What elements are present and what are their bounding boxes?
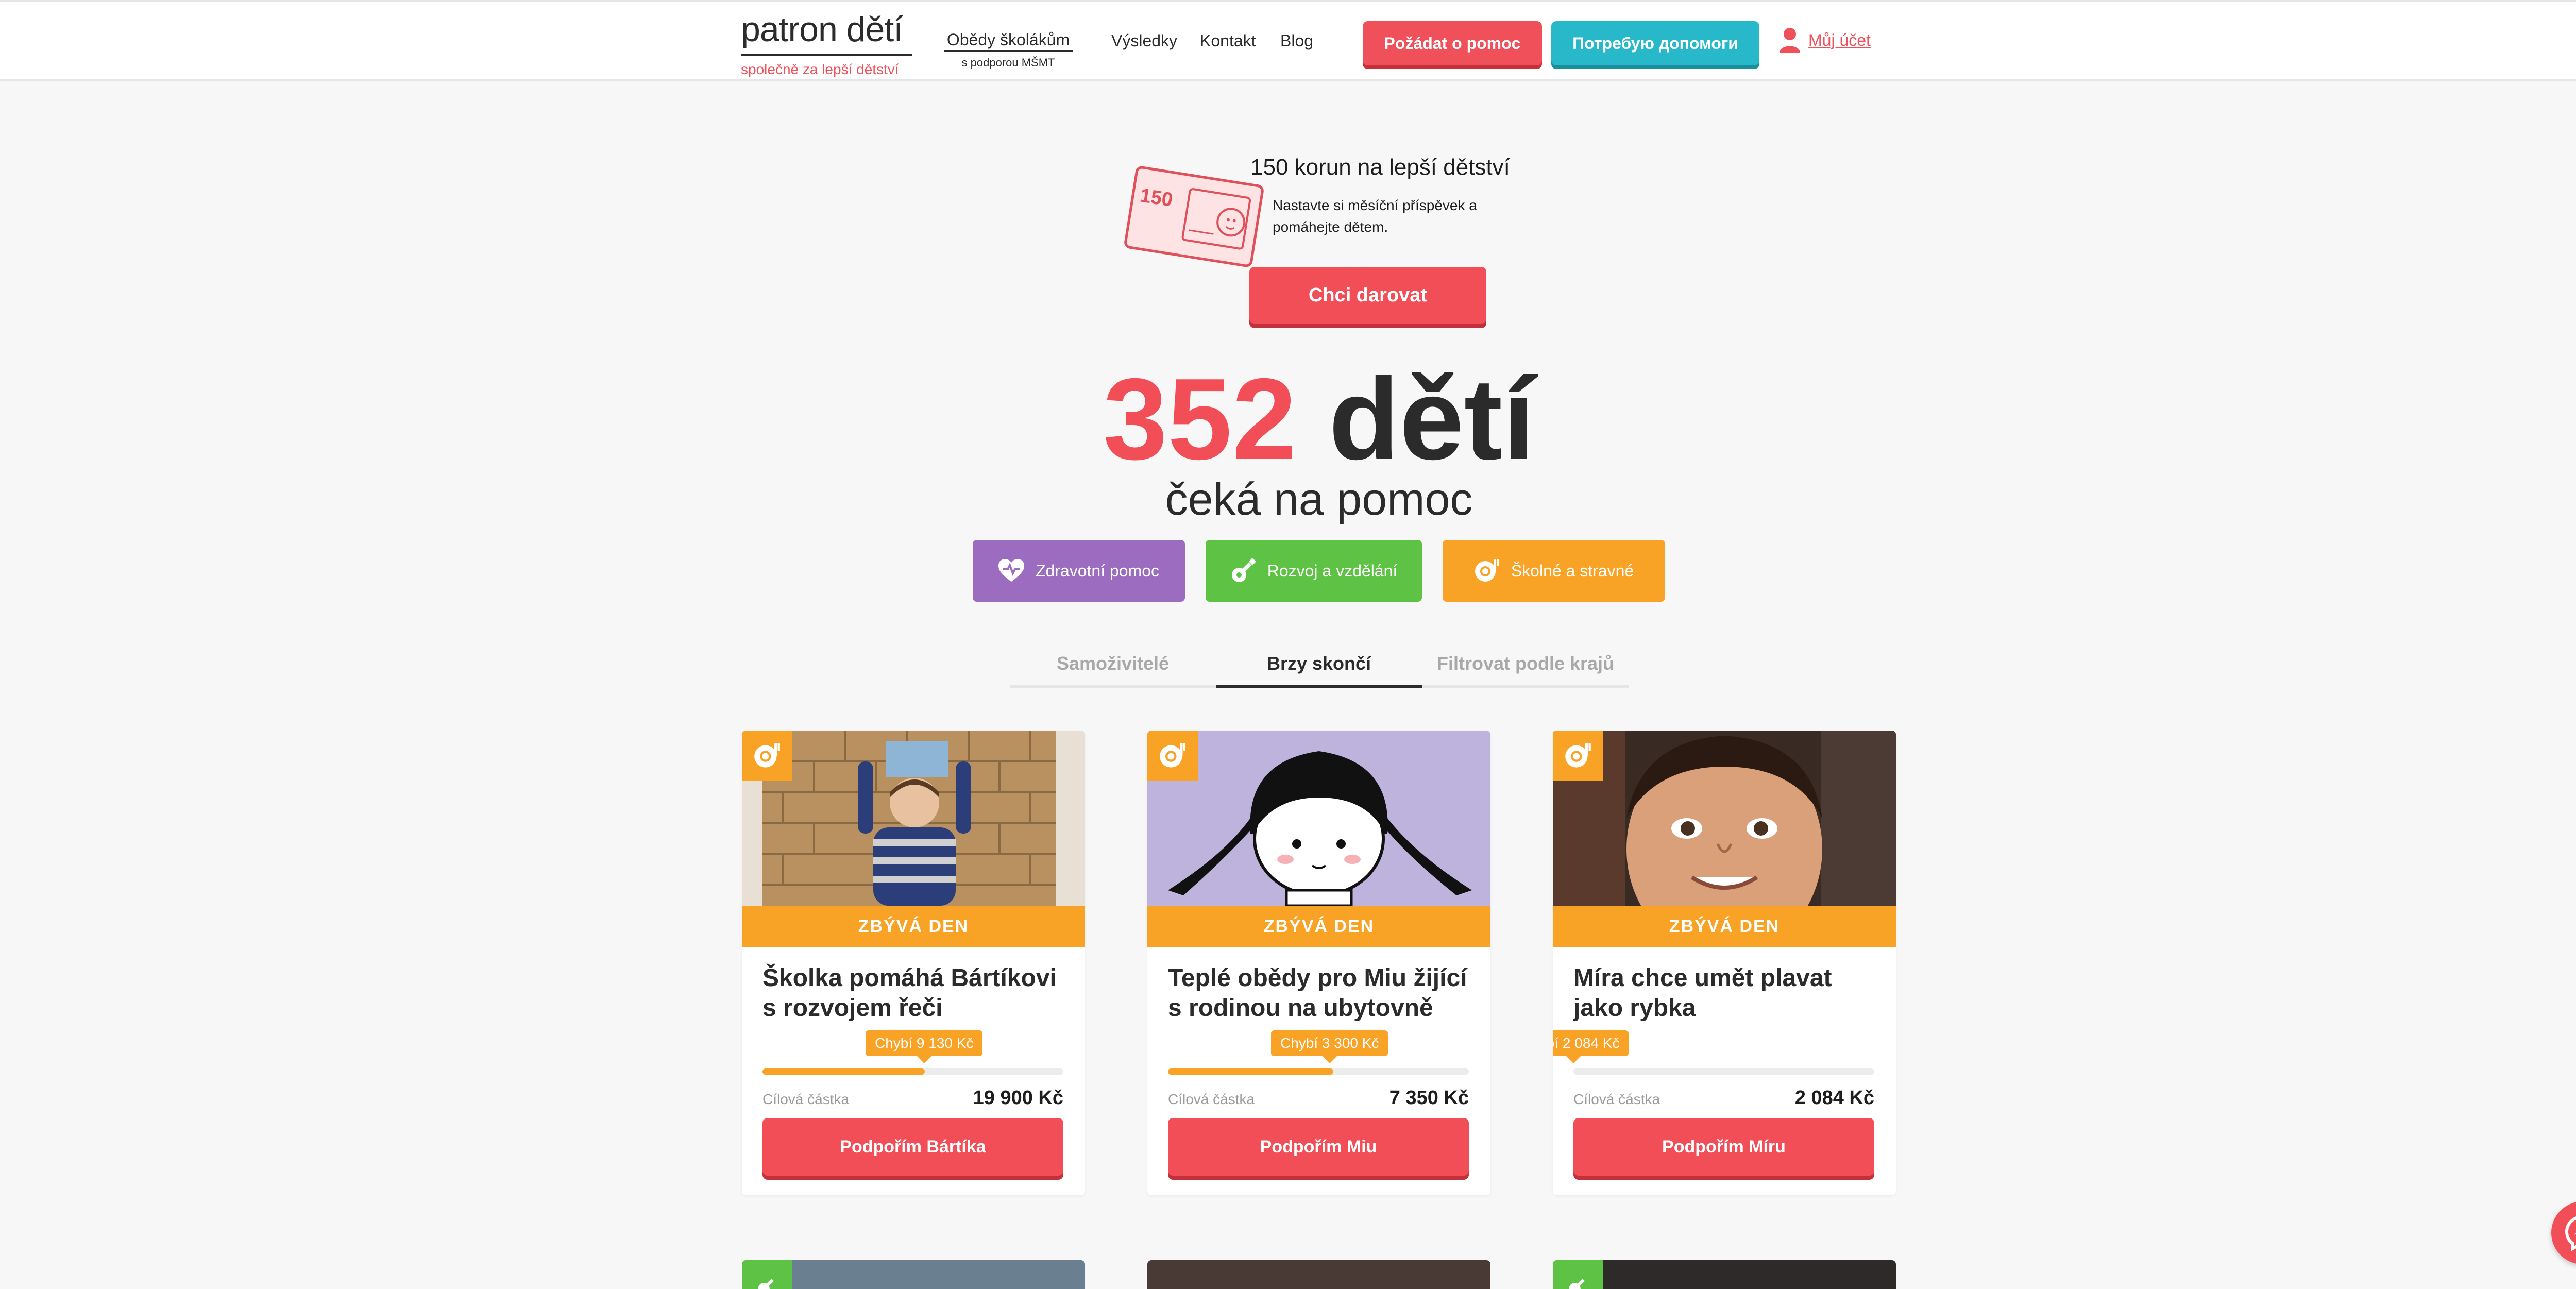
need-help-ua-button[interactable]: Потребую допомоги — [1551, 21, 1759, 65]
nav-obedy-subtitle: s podporou MŠMT — [961, 56, 1055, 69]
logo[interactable]: patron dětí společně za lepší dětství — [741, 10, 916, 77]
school-fees-badge — [1553, 731, 1603, 781]
tab-single-parents[interactable]: Samoživitelé — [1010, 639, 1216, 688]
progress-fill — [762, 1068, 925, 1075]
days-left-ribbon: ZBÝVÁ DEN — [742, 906, 1085, 947]
goal-label: Cílová částka — [762, 1091, 850, 1107]
goal-label: Cílová částka — [1168, 1091, 1255, 1107]
logo-tagline: společně za lepší dětství — [741, 61, 899, 77]
waiting-for-help-text: čeká na pomoc — [1165, 473, 1473, 524]
children-count-number: 352 — [1103, 354, 1297, 484]
development-badge — [1553, 1260, 1603, 1289]
logo-underline — [741, 54, 912, 56]
child-card[interactable]: ZBÝVÁ DEN Míra chce umět plavat jako ryb… — [1553, 731, 1896, 1195]
child-card-peek[interactable] — [742, 1260, 1085, 1289]
child-card[interactable]: ZBÝVÁ DEN Školka pomáhá Bártíkovi s rozv… — [742, 731, 1085, 1195]
progress-bar — [1168, 1068, 1469, 1075]
banknote-illustration: 150 — [1124, 166, 1264, 267]
category-school-fees-button[interactable]: Školné a stravné — [1443, 540, 1665, 602]
plate-icon — [1160, 743, 1185, 768]
development-badge — [742, 1260, 792, 1289]
school-fees-badge — [1147, 731, 1198, 781]
category-health-button[interactable]: Zdravotní pomoc — [973, 540, 1185, 602]
nav-obedy-title: Obědy školákům — [944, 30, 1073, 52]
goal-amount: 19 900 Kč — [973, 1087, 1063, 1109]
support-button[interactable]: Podpořím Bártíka — [762, 1118, 1063, 1176]
nav-blog[interactable]: Blog — [1280, 31, 1313, 50]
days-left-ribbon: ZBÝVÁ DEN — [1147, 906, 1490, 947]
messenger-chat-button[interactable] — [2551, 1201, 2576, 1264]
heart-icon — [998, 559, 1024, 583]
category-health-label: Zdravotní pomoc — [1035, 561, 1160, 580]
child-photo[interactable] — [742, 731, 1085, 906]
messenger-icon — [2565, 1216, 2576, 1251]
category-development-label: Rozvoj a vzdělání — [1267, 561, 1398, 580]
goal-amount: 7 350 Kč — [1389, 1087, 1469, 1109]
days-left-ribbon: ZBÝVÁ DEN — [1553, 906, 1896, 947]
missing-amount-tooltip: Chybí 3 300 Kč — [1271, 1030, 1388, 1063]
goal-amount: 2 084 Kč — [1794, 1087, 1874, 1109]
my-account-link[interactable]: Můj účet — [1778, 27, 1871, 53]
guitar-icon — [758, 1278, 774, 1289]
child-photo[interactable] — [1553, 731, 1896, 906]
promo-title: 150 korun na lepší dětství — [1250, 155, 1510, 180]
child-card[interactable]: ZBÝVÁ DEN Teplé obědy pro Miu žijící s r… — [1147, 731, 1490, 1195]
guitar-icon — [1230, 558, 1256, 584]
category-school-fees-label: Školné a stravné — [1511, 561, 1634, 580]
nav-contact[interactable]: Kontakt — [1200, 31, 1256, 50]
children-count-word: dětí — [1328, 354, 1535, 484]
card-title[interactable]: Školka pomáhá Bártíkovi s rozvojem řeči — [762, 963, 1072, 1023]
nav-results[interactable]: Výsledky — [1111, 31, 1177, 50]
card-title[interactable]: Míra chce umět plavat jako rybka — [1573, 963, 1883, 1023]
tab-ending-soon[interactable]: Brzy skončí — [1216, 639, 1422, 688]
my-account-label: Můj účet — [1808, 30, 1871, 49]
logo-text: patron dětí — [741, 10, 903, 49]
children-count: 352 dětí — [0, 354, 2576, 483]
progress-bar — [762, 1068, 1063, 1075]
request-help-button[interactable]: Požádat o pomoc — [1363, 21, 1542, 65]
support-button[interactable]: Podpořím Míru — [1573, 1118, 1874, 1176]
school-fees-badge — [742, 731, 792, 781]
progress-fill — [1168, 1068, 1334, 1075]
child-card-peek[interactable] — [1147, 1260, 1490, 1289]
plate-icon — [754, 743, 780, 768]
card-title[interactable]: Teplé obědy pro Miu žijící s rodinou na … — [1168, 963, 1477, 1023]
missing-amount-tooltip: Chybí 2 084 Kč — [1553, 1030, 1629, 1063]
plate-icon — [1474, 558, 1500, 584]
goal-label: Cílová částka — [1573, 1091, 1660, 1107]
missing-amount-tooltip: Chybí 9 130 Kč — [866, 1030, 983, 1063]
promo-text: Nastavte si měsíční příspěvek a pomáhejt… — [1273, 197, 1477, 235]
user-icon — [1780, 28, 1800, 53]
category-development-button[interactable]: Rozvoj a vzdělání — [1206, 540, 1422, 602]
child-card-peek[interactable] — [1553, 1260, 1896, 1289]
filter-tabs: Samoživitelé Brzy skončí Filtrovat podle… — [1010, 639, 1629, 688]
plate-icon — [1565, 743, 1591, 768]
tab-filter-by-region[interactable]: Filtrovat podle krajů — [1422, 639, 1629, 688]
progress-bar — [1573, 1068, 1874, 1075]
site-header: patron dětí společně za lepší dětství Ob… — [0, 0, 2576, 81]
child-photo[interactable] — [1147, 731, 1490, 906]
nav-obedy-skolakum[interactable]: Obědy školákům s podporou MŠMT — [944, 30, 1073, 70]
guitar-icon — [1569, 1278, 1585, 1289]
support-button[interactable]: Podpořím Miu — [1168, 1118, 1469, 1176]
donate-button[interactable]: Chci darovat — [1249, 267, 1486, 324]
